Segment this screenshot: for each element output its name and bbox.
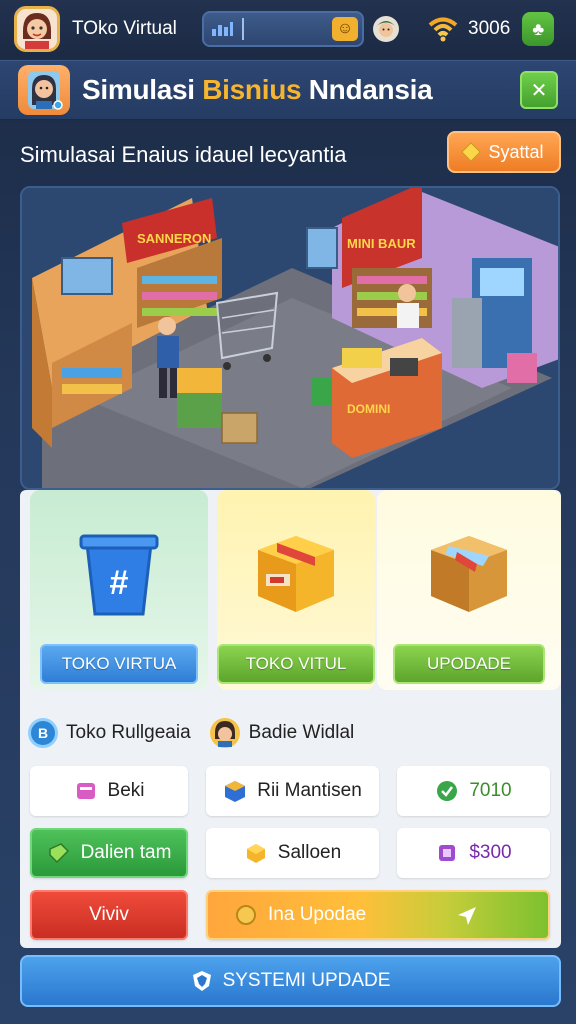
system-update-label: SYSTEMI UPDADE bbox=[222, 970, 391, 991]
player-face-icon bbox=[17, 9, 57, 49]
player-avatar[interactable] bbox=[14, 6, 60, 52]
store-illustration: SANNERON MINI BAUR DOMINI bbox=[22, 188, 558, 488]
resource-label: Rii Mantisen bbox=[257, 780, 362, 801]
upgrade-box-icon bbox=[431, 536, 507, 612]
price-tile-2[interactable]: $300 bbox=[397, 828, 550, 878]
price-tile-1[interactable]: 7010 bbox=[397, 766, 550, 816]
delivery-label: Dalien tam bbox=[80, 842, 172, 863]
manager-avatar[interactable] bbox=[18, 65, 70, 115]
sale-label: Salloen bbox=[277, 842, 342, 863]
search-input[interactable]: ☺ bbox=[202, 11, 364, 47]
card-virtual-store[interactable]: # TOKO VIRTUA bbox=[30, 490, 208, 690]
close-icon: ✕ bbox=[530, 79, 548, 102]
virtual-store-button[interactable]: TOKO VIRTUA bbox=[40, 644, 198, 684]
manager-face-icon-small bbox=[209, 718, 240, 748]
resource-tile[interactable]: Rii Mantisen bbox=[206, 766, 379, 816]
title-part-2: Nndansia bbox=[301, 74, 433, 105]
start-button[interactable]: Syattal bbox=[447, 131, 561, 173]
add-coins-button[interactable]: ♣ bbox=[522, 12, 555, 46]
price-1-label: 7010 bbox=[469, 780, 512, 801]
app-title: TOko Virtual bbox=[72, 18, 177, 39]
game-title: Simulasi Bisnius Nndansia bbox=[82, 74, 433, 106]
start-button-label: Syattal bbox=[488, 141, 544, 162]
svg-text:MINI BAUR: MINI BAUR bbox=[347, 236, 416, 251]
virtual-box-button[interactable]: TOKO VITUL bbox=[217, 644, 375, 684]
manager-info: Badie Widlal bbox=[209, 717, 355, 749]
grid-icon bbox=[212, 22, 233, 36]
text-cursor bbox=[242, 18, 244, 40]
tag-icon bbox=[48, 843, 69, 864]
delivery-tile[interactable]: Dalien tam bbox=[30, 828, 188, 878]
trash-bin-icon: # bbox=[79, 534, 159, 616]
shield-icon bbox=[192, 971, 211, 991]
friend-avatar-icon[interactable] bbox=[372, 15, 400, 43]
system-update-button[interactable]: SYSTEMI UPDADE bbox=[20, 955, 561, 1007]
title-highlight: Bisnius bbox=[202, 74, 302, 105]
close-button[interactable]: ✕ bbox=[520, 71, 558, 109]
emoji-button[interactable]: ☺ bbox=[332, 17, 358, 41]
view-button[interactable]: Viviv bbox=[30, 890, 188, 940]
title-part-1: Simulasi bbox=[82, 74, 203, 105]
svg-text:SANNERON: SANNERON bbox=[137, 231, 211, 246]
manager-face-icon bbox=[28, 71, 63, 110]
top-bar: TOko Virtual ☺ 3006 ♣ bbox=[0, 0, 576, 58]
coin-icon bbox=[236, 905, 256, 925]
store-info-label: Toko Rullgeaia bbox=[66, 722, 191, 743]
upgrade-action-label: Ina Upodae bbox=[268, 904, 367, 925]
buy-tile[interactable]: Beki bbox=[30, 766, 188, 816]
purple-square-icon bbox=[439, 845, 456, 861]
store-info: B Toko Rullgeaia bbox=[28, 718, 191, 748]
svg-text:DOMINI: DOMINI bbox=[347, 402, 390, 416]
check-circle-icon bbox=[437, 781, 458, 801]
box-icon bbox=[76, 783, 95, 799]
card-virtual-box[interactable]: TOKO VITUL bbox=[217, 490, 375, 690]
emoji-icon: ☺ bbox=[336, 20, 354, 37]
upgrade-button[interactable]: UPODADE bbox=[393, 644, 545, 684]
page-subtitle: Simulasai Enaius idauel lecyantia bbox=[20, 142, 347, 167]
sale-tile[interactable]: Salloen bbox=[206, 828, 379, 878]
view-label: Viviv bbox=[89, 904, 129, 925]
buy-label: Beki bbox=[107, 780, 145, 801]
package-icon bbox=[246, 844, 265, 863]
info-row: B Toko Rullgeaia Badie Widlal bbox=[20, 708, 561, 758]
price-2-label: $300 bbox=[469, 842, 512, 863]
send-arrow-icon bbox=[458, 907, 476, 925]
card-upgrade[interactable]: UPODADE bbox=[377, 490, 561, 690]
upgrade-action-button[interactable]: Ina Upodae bbox=[206, 890, 550, 940]
manager-info-label: Badie Widlal bbox=[248, 722, 355, 743]
game-header: Simulasi Bisnius Nndansia ✕ bbox=[0, 60, 576, 120]
shop-panel: # TOKO VIRTUA TOKO VITUL UPODADE B Toko … bbox=[20, 490, 561, 948]
wifi-coin-icon bbox=[428, 17, 458, 42]
gem-icon bbox=[461, 142, 482, 162]
add-icon: ♣ bbox=[532, 18, 545, 39]
svg-text:#: # bbox=[110, 564, 129, 602]
crate-icon bbox=[225, 781, 246, 802]
coin-counter: 3006 bbox=[428, 16, 510, 42]
store-scene[interactable]: SANNERON MINI BAUR DOMINI bbox=[20, 186, 560, 490]
card-row: # TOKO VIRTUA TOKO VITUL UPODADE bbox=[20, 490, 561, 702]
gift-box-icon bbox=[258, 536, 334, 612]
coin-value: 3006 bbox=[468, 18, 511, 39]
b-badge-icon: B bbox=[28, 718, 58, 748]
